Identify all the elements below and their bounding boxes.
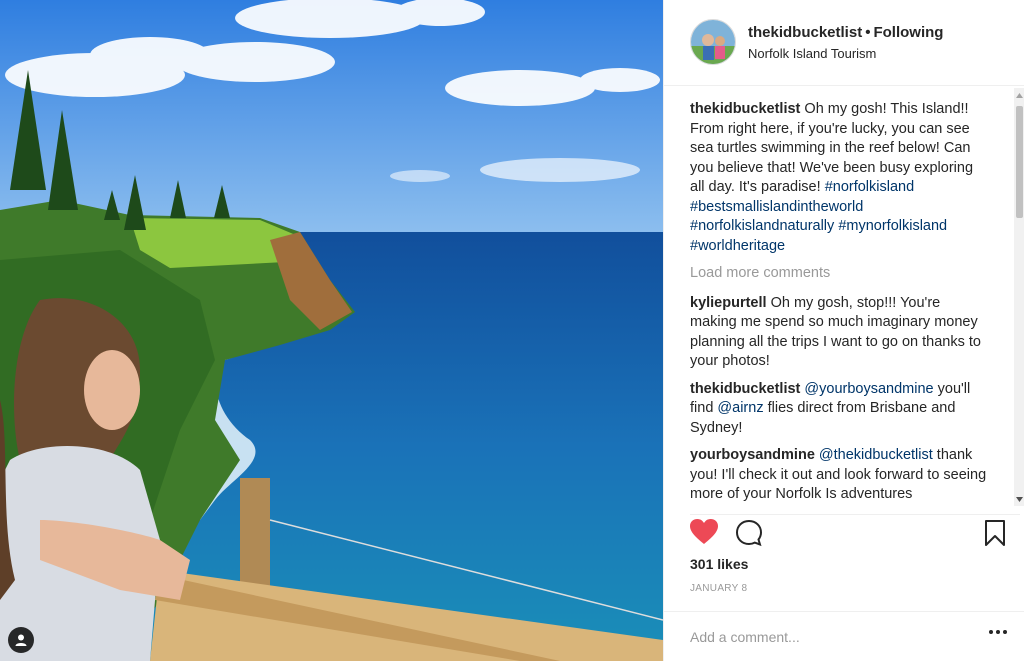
post-details-panel: thekidbucketlist • Following Norfolk Islan… (663, 0, 1024, 661)
more-options-icon[interactable] (989, 630, 1007, 634)
comments-list: thekidbucketlist Oh my gosh! This Island… (690, 100, 990, 506)
hashtag-link[interactable]: #norfolkislandnaturally (690, 218, 834, 234)
comment-username[interactable]: kyliepurtell (690, 295, 767, 311)
hashtag-link[interactable]: #mynorfolkisland (838, 218, 947, 234)
comment-username[interactable]: yourboysandmine (690, 447, 815, 463)
scrollbar-thumb[interactable] (1016, 106, 1023, 218)
avatar[interactable] (690, 19, 736, 65)
following-button[interactable]: Following (873, 24, 943, 41)
mention-link[interactable]: @thekidbucketlist (819, 447, 933, 463)
scroll-down-arrow-icon[interactable] (1014, 494, 1024, 504)
user-tag-icon[interactable] (8, 627, 34, 653)
caption: thekidbucketlist Oh my gosh! This Island… (690, 100, 990, 256)
likes-count[interactable]: 301 likes (690, 556, 748, 572)
hashtag-link[interactable]: #norfolkisland (825, 179, 914, 195)
post-header: thekidbucketlist • Following Norfolk Islan… (664, 0, 1024, 86)
coastal-cliff-image (0, 0, 663, 661)
separator-dot: • (865, 24, 871, 41)
add-comment-section (664, 611, 1024, 661)
comment-username[interactable]: thekidbucketlist (690, 381, 800, 397)
scroll-up-arrow-icon[interactable] (1014, 90, 1024, 100)
comment-icon[interactable] (735, 519, 763, 552)
post-date: JANUARY 8 (690, 583, 748, 594)
location-link[interactable]: Norfolk Island Tourism (748, 46, 943, 61)
add-comment-input[interactable] (690, 626, 950, 648)
mention-link[interactable]: @yourboysandmine (804, 381, 933, 397)
caption-username[interactable]: thekidbucketlist (690, 101, 800, 117)
load-more-comments-button[interactable]: Load more comments (690, 264, 990, 284)
heart-icon[interactable] (690, 519, 718, 550)
username-link[interactable]: thekidbucketlist (748, 24, 862, 41)
comment-item: kyliepurtell Oh my gosh, stop!!! You're … (690, 294, 990, 372)
bookmark-icon[interactable] (984, 519, 1006, 552)
comment-item: thekidbucketlist @yourboysandmine you'll… (690, 380, 990, 439)
hashtag-link[interactable]: #worldheritage (690, 238, 785, 254)
comment-item: yourboysandmine @thekidbucketlist thank … (690, 446, 990, 505)
action-bar (690, 514, 1020, 550)
mention-link[interactable]: @airnz (717, 400, 763, 416)
post-photo[interactable] (0, 0, 663, 661)
hashtag-link[interactable]: #bestsmallislandintheworld (690, 199, 863, 215)
comments-scrollbar[interactable] (1014, 88, 1024, 506)
